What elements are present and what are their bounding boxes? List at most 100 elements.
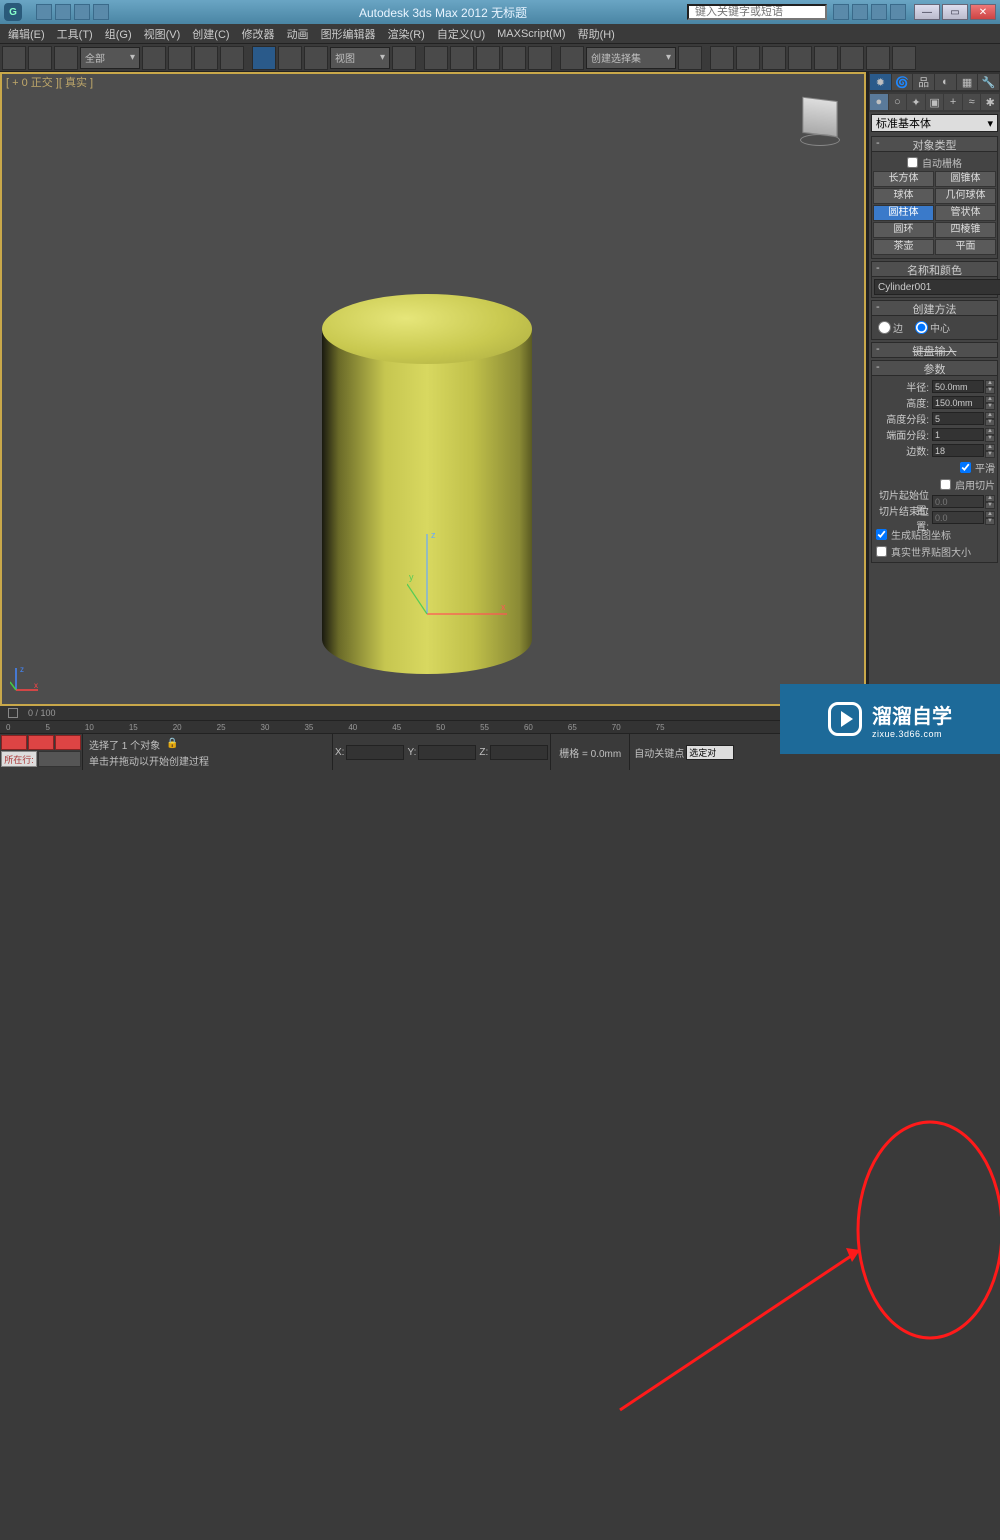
name-color-header[interactable]: 名称和颜色 bbox=[871, 261, 998, 277]
track-handle-icon[interactable] bbox=[8, 708, 18, 718]
menu-item[interactable]: 创建(C) bbox=[192, 26, 229, 42]
angle-snap-icon[interactable] bbox=[476, 46, 500, 70]
helpers-tab-icon[interactable]: + bbox=[944, 94, 962, 110]
sides-spinner[interactable]: 18 bbox=[932, 444, 984, 457]
autogrid-checkbox[interactable] bbox=[907, 157, 918, 168]
menu-item[interactable]: 工具(T) bbox=[57, 26, 93, 42]
spinner-arrows-icon[interactable]: ▲▼ bbox=[985, 380, 995, 393]
window-crossing-icon[interactable] bbox=[220, 46, 244, 70]
edge-radio[interactable]: 边 bbox=[878, 320, 903, 335]
primitive-button-cylinder[interactable]: 圆柱体 bbox=[873, 205, 934, 221]
cap-segs-spinner[interactable]: 1 bbox=[932, 428, 984, 441]
ref-coord-dropdown[interactable]: 视图▾ bbox=[330, 47, 390, 69]
render-icon[interactable] bbox=[892, 46, 916, 70]
menu-item[interactable]: 渲染(R) bbox=[388, 26, 425, 42]
slice-on-checkbox[interactable] bbox=[940, 479, 951, 490]
menu-item[interactable]: MAXScript(M) bbox=[497, 28, 565, 40]
parameters-header[interactable]: 参数 bbox=[871, 360, 998, 376]
menu-item[interactable]: 动画 bbox=[287, 26, 309, 42]
qat-icon[interactable] bbox=[36, 4, 52, 20]
maximize-button[interactable]: ▭ bbox=[942, 4, 968, 20]
z-input[interactable] bbox=[490, 745, 548, 760]
menu-item[interactable]: 帮助(H) bbox=[578, 26, 615, 42]
menu-item[interactable]: 修改器 bbox=[242, 26, 275, 42]
layers-icon[interactable] bbox=[736, 46, 760, 70]
snap2-icon[interactable] bbox=[424, 46, 448, 70]
redo-icon[interactable] bbox=[28, 46, 52, 70]
menu-item[interactable]: 组(G) bbox=[105, 26, 132, 42]
sel-lock-icon[interactable] bbox=[55, 735, 81, 750]
spinner-arrows-icon[interactable]: ▲▼ bbox=[985, 428, 995, 441]
primitive-button[interactable]: 几何球体 bbox=[935, 188, 996, 204]
material-editor-icon[interactable] bbox=[814, 46, 838, 70]
sel-lock-icon[interactable] bbox=[28, 735, 54, 750]
object-type-header[interactable]: 对象类型 bbox=[871, 136, 998, 152]
transform-gizmo-icon[interactable]: z x y bbox=[407, 524, 527, 634]
primitive-button[interactable]: 茶壶 bbox=[873, 239, 934, 255]
help-icon[interactable] bbox=[852, 4, 868, 20]
rotate-icon[interactable] bbox=[278, 46, 302, 70]
x-input[interactable] bbox=[346, 745, 404, 760]
create-method-header[interactable]: 创建方法 bbox=[871, 300, 998, 316]
primitive-button[interactable]: 长方体 bbox=[873, 171, 934, 187]
rect-select-icon[interactable] bbox=[194, 46, 218, 70]
radius-spinner[interactable]: 50.0mm bbox=[932, 380, 984, 393]
scale-icon[interactable] bbox=[304, 46, 328, 70]
align-icon[interactable] bbox=[710, 46, 734, 70]
create-tab-icon[interactable]: ✹ bbox=[870, 74, 891, 90]
link-icon[interactable] bbox=[54, 46, 78, 70]
cameras-tab-icon[interactable]: ▣ bbox=[926, 94, 944, 110]
y-input[interactable] bbox=[418, 745, 476, 760]
move-icon[interactable] bbox=[252, 46, 276, 70]
category-dropdown[interactable]: 标准基本体▾ bbox=[871, 114, 998, 132]
qat-icon[interactable] bbox=[93, 4, 109, 20]
spinner-snap-icon[interactable] bbox=[528, 46, 552, 70]
help-icon[interactable] bbox=[833, 4, 849, 20]
primitive-button[interactable]: 平面 bbox=[935, 239, 996, 255]
viewcube-icon[interactable] bbox=[792, 94, 848, 150]
named-sel-dropdown[interactable]: 创建选择集▾ bbox=[586, 47, 676, 69]
lock-icon[interactable]: 🔒 bbox=[166, 738, 178, 750]
pivot-icon[interactable] bbox=[392, 46, 416, 70]
primitive-button[interactable]: 四棱锥 bbox=[935, 222, 996, 238]
menu-item[interactable]: 图形编辑器 bbox=[321, 26, 376, 42]
undo-icon[interactable] bbox=[2, 46, 26, 70]
snap3-icon[interactable] bbox=[450, 46, 474, 70]
utilities-tab-icon[interactable]: 🔧 bbox=[978, 74, 999, 90]
selection-filter-dropdown[interactable]: 全部▾ bbox=[80, 47, 140, 69]
menu-item[interactable]: 视图(V) bbox=[144, 26, 181, 42]
object-name-input[interactable] bbox=[874, 279, 1000, 295]
select-name-icon[interactable] bbox=[168, 46, 192, 70]
help-icon[interactable] bbox=[890, 4, 906, 20]
close-button[interactable]: ✕ bbox=[970, 4, 996, 20]
sel-lock-icon[interactable] bbox=[1, 735, 27, 750]
height-spinner[interactable]: 150.0mm bbox=[932, 396, 984, 409]
mirror-icon[interactable] bbox=[678, 46, 702, 70]
menu-item[interactable]: 编辑(E) bbox=[8, 26, 45, 42]
qat-icon[interactable] bbox=[74, 4, 90, 20]
motion-tab-icon[interactable]: ◐ bbox=[935, 74, 956, 90]
search-input[interactable] bbox=[687, 4, 827, 20]
select-icon[interactable] bbox=[142, 46, 166, 70]
percent-snap-icon[interactable] bbox=[502, 46, 526, 70]
geometry-tab-icon[interactable]: ● bbox=[870, 94, 888, 110]
center-radio[interactable]: 中心 bbox=[915, 320, 950, 335]
modify-tab-icon[interactable]: 🌀 bbox=[892, 74, 913, 90]
height-segs-spinner[interactable]: 5 bbox=[932, 412, 984, 425]
viewport[interactable]: z x y z x bbox=[0, 72, 866, 706]
render-frame-icon[interactable] bbox=[866, 46, 890, 70]
curve-editor-icon[interactable] bbox=[762, 46, 786, 70]
autokey-button[interactable]: 自动关键点 bbox=[634, 745, 684, 760]
gen-uv-checkbox[interactable] bbox=[876, 529, 887, 540]
viewport-label[interactable]: [ + 0 正交 ][ 真实 ] bbox=[6, 74, 93, 90]
primitive-button[interactable]: 圆环 bbox=[873, 222, 934, 238]
key-filter-dropdown[interactable]: 选定对 bbox=[686, 745, 734, 760]
primitive-button[interactable]: 管状体 bbox=[935, 205, 996, 221]
schematic-icon[interactable] bbox=[788, 46, 812, 70]
spinner-arrows-icon[interactable]: ▲▼ bbox=[985, 412, 995, 425]
keyboard-entry-header[interactable]: 键盘输入 bbox=[871, 342, 998, 358]
script-listener[interactable] bbox=[38, 751, 81, 767]
qat-icon[interactable] bbox=[55, 4, 71, 20]
hierarchy-tab-icon[interactable]: 品 bbox=[913, 74, 934, 90]
smooth-checkbox[interactable] bbox=[960, 462, 971, 473]
